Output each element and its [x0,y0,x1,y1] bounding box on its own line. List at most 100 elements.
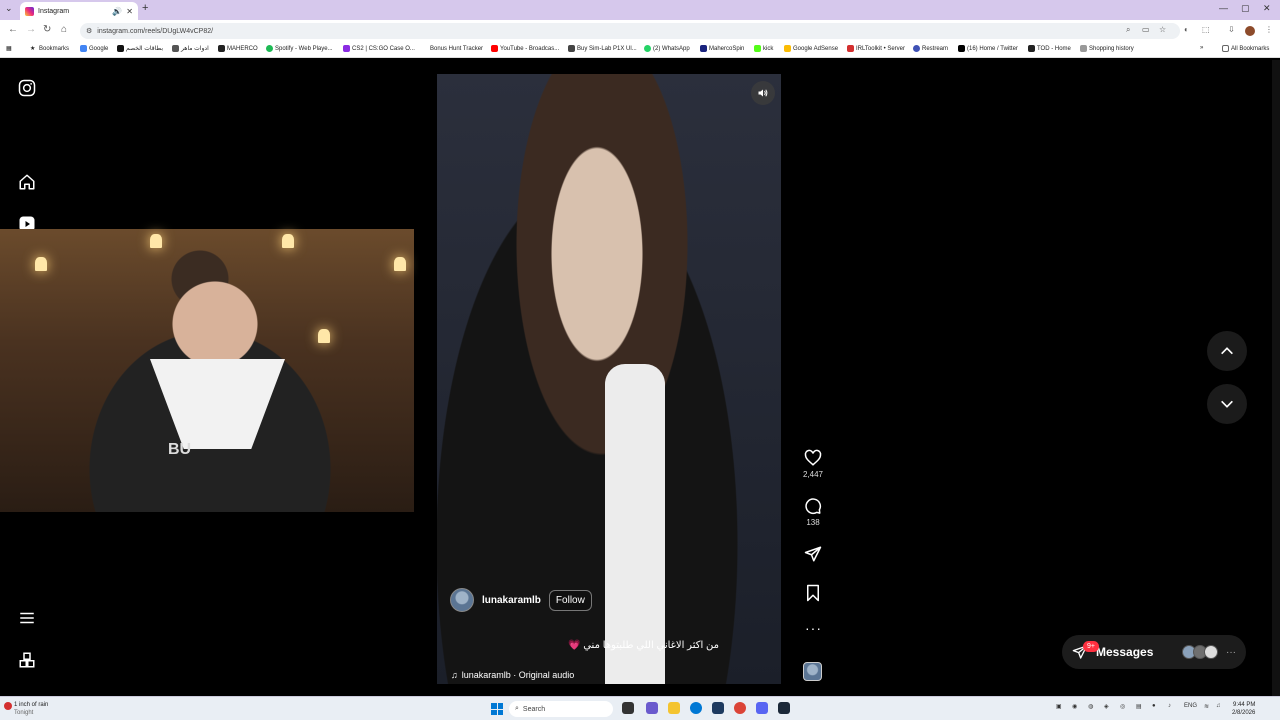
search-icon: ⌕ [515,705,519,712]
bookmark-item[interactable]: YouTube - Broadcas... [491,45,559,52]
tray-icon[interactable]: ◉ [1072,703,1077,710]
bookmark-item[interactable]: TOD - Home [1028,45,1071,52]
bookmark-icon [700,45,707,52]
tray-icon[interactable]: ● [1152,703,1156,709]
reload-button[interactable]: ↻ [43,24,51,35]
comment-action[interactable]: 138 [801,497,825,527]
bookmark-item[interactable]: Spotify - Web Playe... [266,45,333,52]
bookmarks-overflow-icon[interactable]: » [1200,45,1203,51]
menu-icon[interactable] [18,609,36,627]
messages-more-icon: ··· [1226,646,1236,658]
minimize-button[interactable]: — [1219,3,1228,13]
bookmark-item[interactable]: Restream [913,45,948,52]
audio-thumbnail[interactable] [803,662,822,681]
share-icon[interactable] [804,545,822,563]
profile-avatar[interactable] [1245,26,1255,36]
bookmark-icon [1028,45,1035,52]
bookmark-item[interactable]: IRLToolkit • Server [847,45,905,52]
taskbar-search[interactable]: ⌕ Search [509,701,613,717]
bookmark-item[interactable]: kick [754,45,773,52]
extensions-puzzle-icon[interactable]: ⬚ [1202,25,1210,34]
speaker-icon [758,89,768,97]
tab-audio-icon[interactable]: 🔊 [112,7,122,16]
bookmark-item[interactable]: MAHERCO [218,45,258,52]
all-bookmarks-button[interactable]: All Bookmarks [1222,45,1269,52]
zoom-icon[interactable]: ⌕ [1126,25,1130,35]
audio-track[interactable]: ♫ lunakaramlb · Original audio [451,670,574,680]
tray-icon[interactable]: ▤ [1136,703,1142,710]
new-tab-button[interactable]: + [142,2,148,14]
microphone-icon[interactable]: ♪ [1168,703,1171,709]
bookmark-item[interactable]: ★ Bookmarks [30,45,69,53]
downloads-icon[interactable]: ⇩ [1228,25,1235,34]
apps-grid-icon[interactable]: ▦ [6,45,12,52]
bookmark-item[interactable]: Google [80,45,108,52]
tray-icon[interactable]: ◎ [1120,703,1125,710]
task-view-icon[interactable] [622,702,634,714]
avatar [1204,645,1218,659]
store-icon[interactable] [712,702,724,714]
instagram-logo-icon[interactable] [18,79,36,97]
language-indicator[interactable]: ENG [1184,703,1197,709]
next-reel-button[interactable] [1207,384,1247,424]
chrome-icon[interactable] [734,702,746,714]
author-username[interactable]: lunakaramlb [482,595,541,606]
forward-button[interactable]: → [26,24,36,35]
weather-subtitle: Tonight [14,710,34,716]
back-button[interactable]: ← [8,24,18,35]
messages-label: Messages [1096,645,1154,659]
extension-icon[interactable]: ◐ [1184,25,1189,34]
system-clock[interactable]: 9:44 PM 2/8/2026 [1232,701,1255,717]
bookmark-item[interactable]: (2) WhatsApp [644,45,690,52]
bookmark-item[interactable]: Buy Sim-Lab P1X Ul... [568,45,637,52]
tray-icon[interactable]: ◈ [1104,703,1109,710]
cast-icon[interactable]: ▭ [1142,25,1150,34]
author-avatar[interactable] [450,588,474,612]
steam-icon[interactable] [778,702,790,714]
reel-video[interactable]: lunakaramlb Follow من اكثر الاغاني اللي … [437,74,781,684]
volume-icon[interactable]: ♫ [1216,703,1221,709]
maximize-button[interactable]: ▢ [1241,3,1250,14]
comment-count: 138 [806,518,820,527]
home-button[interactable]: ⌂ [61,24,67,35]
browser-menu-icon[interactable]: ⋮ [1265,25,1273,34]
site-info-icon[interactable]: ⚙ [86,27,92,35]
bookmark-item[interactable]: MahercoSpin [700,45,744,52]
weather-widget[interactable]: 1 inch of rain Tonight [14,701,48,717]
tab-instagram[interactable]: Instagram 🔊 ✕ [20,2,138,20]
file-explorer-icon[interactable] [668,702,680,714]
window-close-button[interactable]: ✕ [1263,3,1271,14]
address-bar[interactable]: ⚙ instagram.com/reels/DUgLW4vCP82/ [80,23,1180,39]
edge-icon[interactable] [690,702,702,714]
bookmark-star-icon[interactable]: ☆ [1159,25,1166,34]
tab-close-icon[interactable]: ✕ [126,7,133,16]
address-toolbar: ← → ↻ ⌂ ⚙ instagram.com/reels/DUgLW4vCP8… [0,20,1280,42]
bookmark-item[interactable]: ادوات ماهر [172,45,209,52]
app-icon[interactable] [646,702,658,714]
bookmark-item[interactable]: (16) Home / Twitter [958,45,1018,52]
audio-toggle-button[interactable] [751,81,775,105]
bookmark-item[interactable]: Shopping history [1080,45,1134,52]
bookmark-save-icon[interactable] [804,584,822,602]
tab-search-icon[interactable]: ⌄ [5,3,13,14]
tray-icon[interactable]: ▣ [1056,703,1062,710]
youtube-icon [491,45,498,52]
home-icon[interactable] [18,173,36,191]
lamp [282,234,294,248]
like-action[interactable]: 2,447 [801,449,825,479]
tray-icon[interactable]: ◍ [1088,703,1093,710]
more-apps-icon[interactable] [18,651,36,669]
start-button[interactable] [491,703,503,715]
bookmark-item[interactable]: بطاقات الخصم [117,45,163,52]
follow-button[interactable]: Follow [548,589,592,611]
bookmark-item[interactable]: Google AdSense [784,45,838,52]
bookmark-item[interactable]: CS2 | CS:GO Case O... [343,45,415,52]
bookmark-icon [172,45,179,52]
discord-icon[interactable] [756,702,768,714]
page-scrollbar[interactable] [1272,60,1280,696]
bookmark-item[interactable]: Bonus Hunt Tracker [421,45,483,52]
previous-reel-button[interactable] [1207,331,1247,371]
more-options-icon[interactable]: ··· [805,620,822,636]
network-icon[interactable]: ≋ [1204,703,1209,710]
weather-icon [4,702,12,710]
